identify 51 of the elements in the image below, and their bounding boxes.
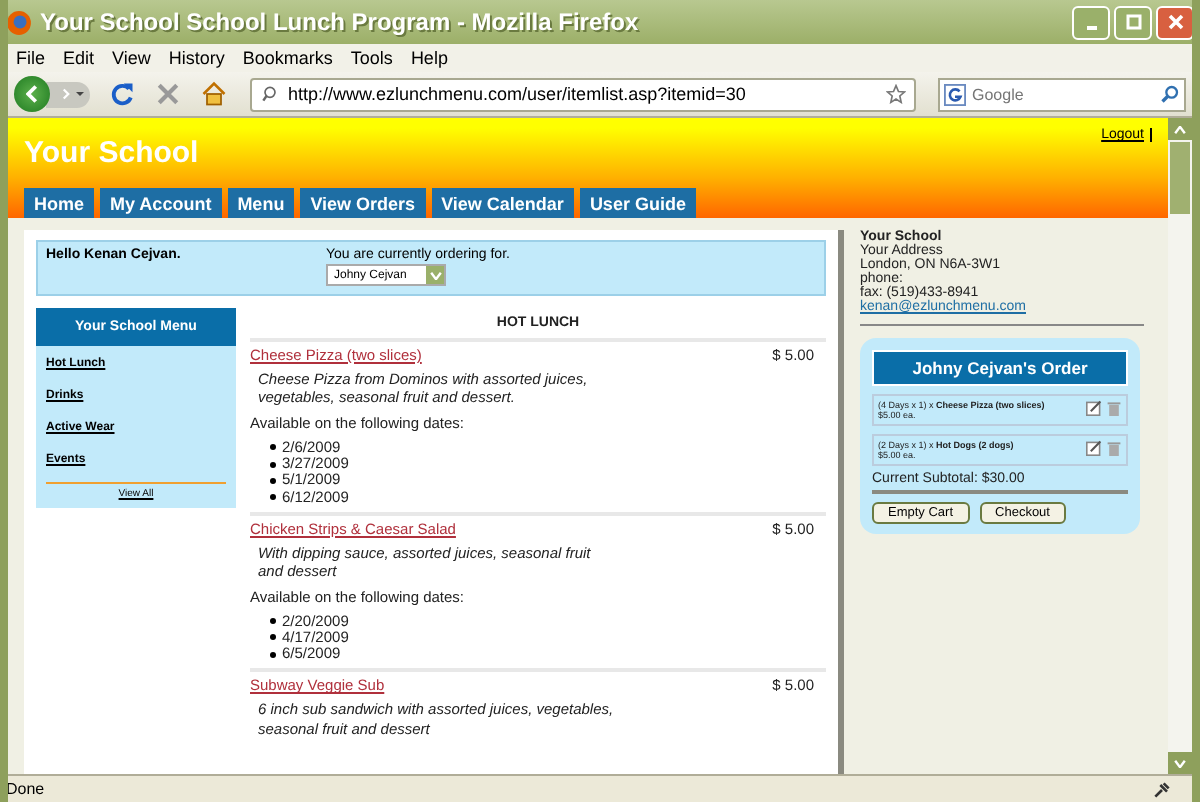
nav-tab[interactable]: Menu — [227, 188, 295, 218]
bullet-icon — [270, 651, 276, 658]
minimize-icon — [1085, 26, 1097, 30]
close-button[interactable] — [1156, 5, 1192, 39]
scroll-up-icon[interactable] — [1174, 125, 1186, 133]
search-icon[interactable] — [1160, 84, 1180, 104]
stop-icon[interactable] — [154, 80, 182, 108]
site-title: Your School — [24, 136, 199, 170]
status-text: Done — [8, 780, 45, 798]
back-button[interactable] — [14, 76, 50, 112]
close-icon — [1167, 14, 1183, 30]
edit-icon[interactable] — [1086, 400, 1102, 416]
menu-item[interactable]: File — [16, 48, 46, 68]
menu-item[interactable]: View — [112, 48, 151, 68]
menu-item[interactable]: Help — [410, 48, 448, 68]
edit-icon[interactable] — [1086, 440, 1102, 456]
nav-tab[interactable]: User Guide — [579, 188, 696, 218]
bullet-icon — [270, 494, 276, 501]
bullet-icon — [270, 444, 276, 451]
bullet-icon — [270, 618, 276, 625]
bullet-icon — [270, 634, 276, 641]
menu-item[interactable]: History — [168, 48, 225, 68]
nav-tab[interactable]: View Orders — [300, 188, 426, 218]
search-input[interactable]: Google — [972, 85, 1154, 103]
bullet-icon — [270, 477, 276, 484]
scrollbar[interactable] — [1168, 118, 1192, 774]
star-icon[interactable] — [886, 84, 906, 104]
home-icon[interactable] — [200, 80, 228, 108]
forward-button[interactable] — [46, 81, 90, 107]
menu-item[interactable]: Tools — [350, 48, 393, 68]
menu-item[interactable]: Edit — [63, 48, 95, 68]
magnifier-icon — [260, 84, 280, 104]
window-title: Your School School Lunch Program - Mozilla Firefox — [40, 8, 641, 36]
order-title: Johny Cejvan's Order — [872, 350, 1128, 386]
caret-icon[interactable] — [75, 92, 83, 96]
nav-tab[interactable]: View Calendar — [431, 188, 574, 218]
minimize-button[interactable] — [1072, 5, 1110, 39]
search-field[interactable]: Google — [938, 77, 1186, 111]
browser-logo-icon — [8, 9, 32, 35]
search-engine-icon[interactable] — [944, 83, 966, 105]
nav-tab[interactable]: My Account — [100, 188, 222, 218]
menu-item[interactable]: Bookmarks — [242, 48, 333, 68]
bullet-icon — [270, 461, 276, 468]
address-bar[interactable]: http://www.ezlunchmenu.com/user/itemlist.asp?itemid=30 — [250, 77, 916, 111]
reload-icon[interactable] — [108, 80, 136, 108]
maximize-button[interactable] — [1114, 5, 1152, 39]
scroll-thumb[interactable] — [1170, 142, 1190, 214]
maximize-icon — [1125, 14, 1141, 30]
nav-tab[interactable]: Home — [24, 188, 95, 218]
scroll-down-icon[interactable] — [1174, 759, 1186, 767]
plug-icon — [1152, 779, 1172, 799]
